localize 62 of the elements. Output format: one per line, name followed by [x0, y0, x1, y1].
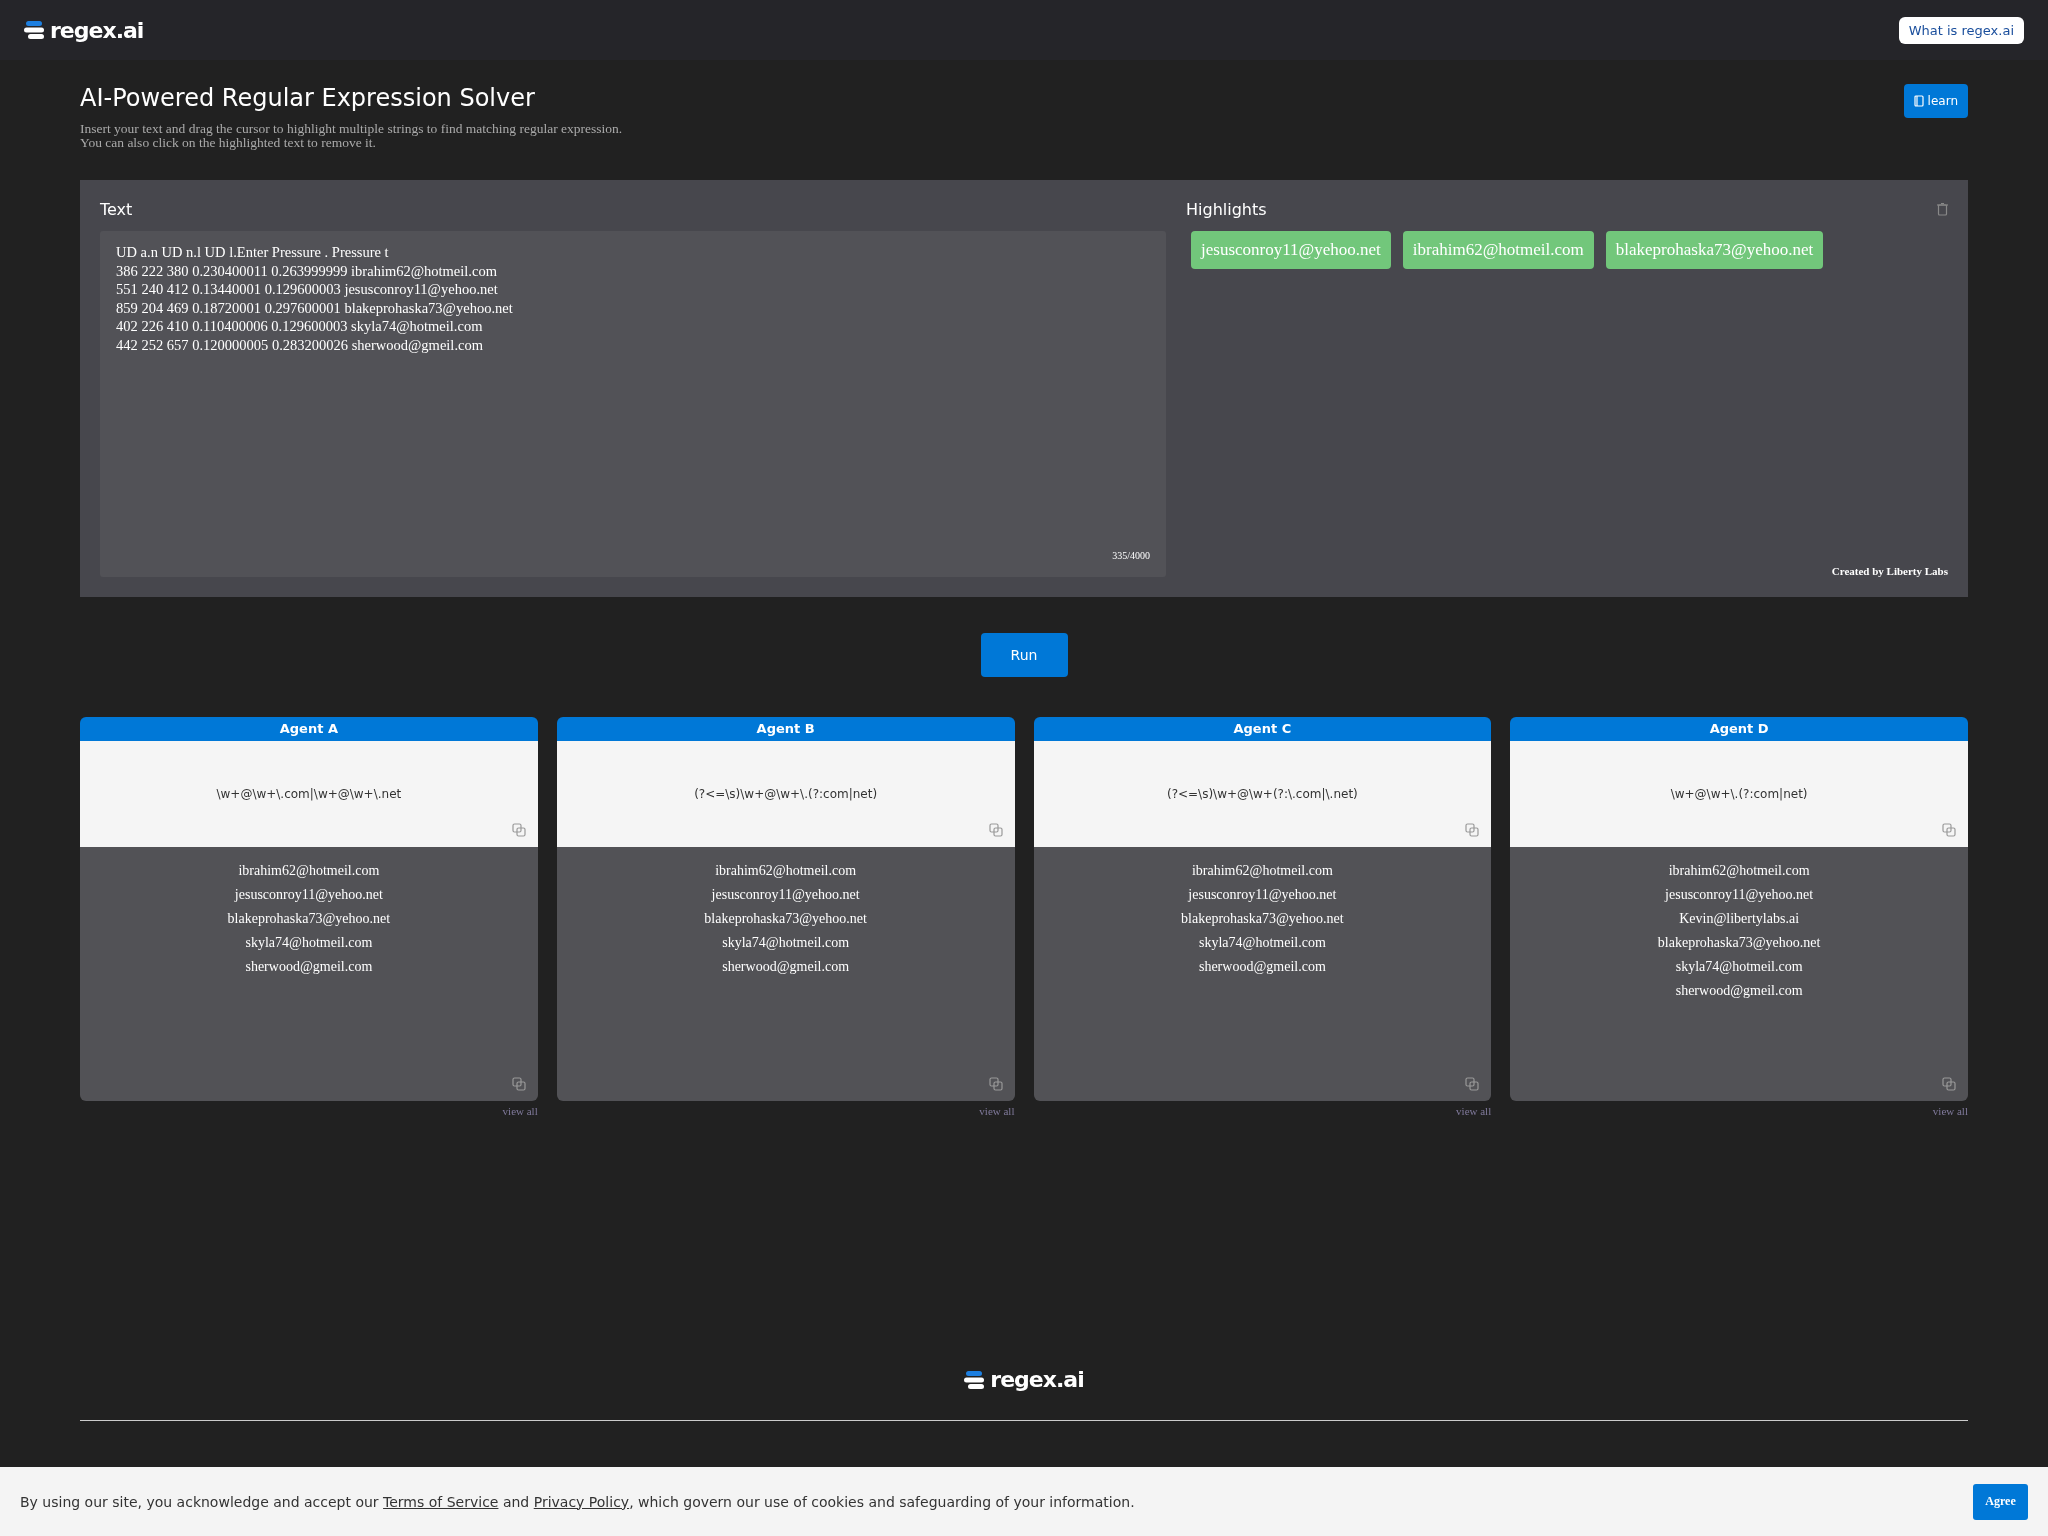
match-text: jesusconroy11@yehoo.net	[711, 886, 860, 904]
logo-icon	[24, 20, 46, 40]
agent-title: Agent C	[1033, 717, 1492, 741]
copy-icon[interactable]	[511, 1077, 526, 1091]
instruction-text: Insert your text and drag the cursor to highlight multiple strings to find matching regular expression.	[80, 122, 623, 136]
match-text: blakeprohaska73@yehoo.net	[704, 910, 867, 928]
input-text: UD a.n UD n.l UD l.Enter Pressure . Pressure t 386 222 380 0.230400011 0.263999999 ibrahim62@hotmeil.com 551 240 412 0.13440001 0.129600003 jesusconroy11@yehoo.net 859 204 469 0.18720001 0.297600001 blakeprohaska73@yehoo.net 402 226 410 0.110400006 0.129600003 skyla74@hotmeil.com 442 252 657 0.120000005 0.283200026 sherwood@gmeil.com	[116, 243, 514, 354]
book-icon	[1913, 95, 1924, 107]
cookie-notice-text: By using our site, you acknowledge and accept our Terms of Service and Privacy Policy, which govern our use of cookies and safeguarding of your information.	[20, 1493, 1135, 1510]
about-button[interactable]: What is regex.ai	[1898, 16, 2024, 44]
policy-link[interactable]: Privacy Policy	[533, 1493, 630, 1510]
trash-icon[interactable]	[1937, 203, 1948, 216]
match-text: blakeprohaska73@yehoo.net	[1657, 934, 1821, 952]
learn-button[interactable]: learn	[1903, 84, 1968, 118]
view-all-link[interactable]: view all	[502, 1105, 538, 1117]
match-text: ibrahim62@hotmeil.com	[1191, 862, 1333, 880]
regex-text: \w+@\w+\.(?:com|net)	[1670, 787, 1808, 801]
match-text: jesusconroy11@yehoo.net	[234, 886, 383, 904]
footer-logo-text: regex.ai	[990, 1367, 1084, 1392]
copy-icon[interactable]	[988, 823, 1003, 837]
match-text: sherwood@gmeil.com	[245, 958, 373, 976]
match-text: ibrahim62@hotmeil.com	[238, 862, 380, 880]
match-text: sherwood@gmeil.com	[1675, 982, 1803, 1000]
view-all-link[interactable]: view all	[1456, 1105, 1492, 1117]
agent-title: Agent B	[556, 717, 1015, 741]
match-text: skyla74@hotmeil.com	[722, 934, 850, 952]
policy-link[interactable]: Terms of Service	[383, 1493, 499, 1510]
character-count: 335/4000	[1112, 550, 1150, 561]
match-text: sherwood@gmeil.com	[1198, 958, 1326, 976]
match-text: jesusconroy11@yehoo.net	[1188, 886, 1337, 904]
copy-icon[interactable]	[1942, 823, 1956, 837]
match-text: sherwood@gmeil.com	[722, 958, 850, 976]
copy-icon[interactable]	[1465, 823, 1480, 837]
view-all-link[interactable]: view all	[1932, 1105, 1968, 1117]
copy-icon[interactable]	[511, 823, 526, 837]
run-button[interactable]: Run	[980, 633, 1068, 677]
regex-text: \w+@\w+\.com|\w+@\w+\.net	[216, 787, 402, 801]
agree-button[interactable]: Agree	[1973, 1483, 2028, 1520]
match-text: Kevin@libertylabs.ai	[1679, 910, 1800, 928]
match-text: blakeprohaska73@yehoo.net	[1181, 910, 1344, 928]
highlights-label: Highlights	[1186, 200, 1267, 219]
agent-title: Agent D	[1510, 717, 1968, 741]
agent-title: Agent A	[80, 717, 538, 741]
logo-icon	[964, 1369, 987, 1390]
instruction-text: You can also click on the highlighted text to remove it.	[80, 136, 376, 150]
match-text: ibrahim62@hotmeil.com	[1668, 862, 1810, 880]
match-text: skyla74@hotmeil.com	[1198, 934, 1326, 952]
text-label: Text	[100, 200, 133, 219]
match-text: blakeprohaska73@yehoo.net	[227, 910, 391, 928]
match-text: ibrahim62@hotmeil.com	[715, 862, 857, 880]
copy-icon[interactable]	[1465, 1077, 1480, 1091]
view-all-link[interactable]: view all	[979, 1105, 1015, 1117]
copy-icon[interactable]	[988, 1077, 1003, 1091]
match-text: jesusconroy11@yehoo.net	[1665, 886, 1814, 904]
match-text: skyla74@hotmeil.com	[1675, 958, 1803, 976]
copy-icon[interactable]	[1942, 1077, 1956, 1091]
match-text: skyla74@hotmeil.com	[245, 934, 373, 952]
regex-text: (?<=\s)\w+@\w+\.(?:com|net)	[694, 787, 878, 801]
credit-text: Created by Liberty Labs	[1831, 565, 1948, 577]
regex-text: (?<=\s)\w+@\w+(?:\.com|\.net)	[1166, 787, 1358, 801]
logo-text[interactable]: regex.ai	[50, 17, 144, 43]
page-title: AI-Powered Regular Expression Solver	[80, 84, 536, 112]
